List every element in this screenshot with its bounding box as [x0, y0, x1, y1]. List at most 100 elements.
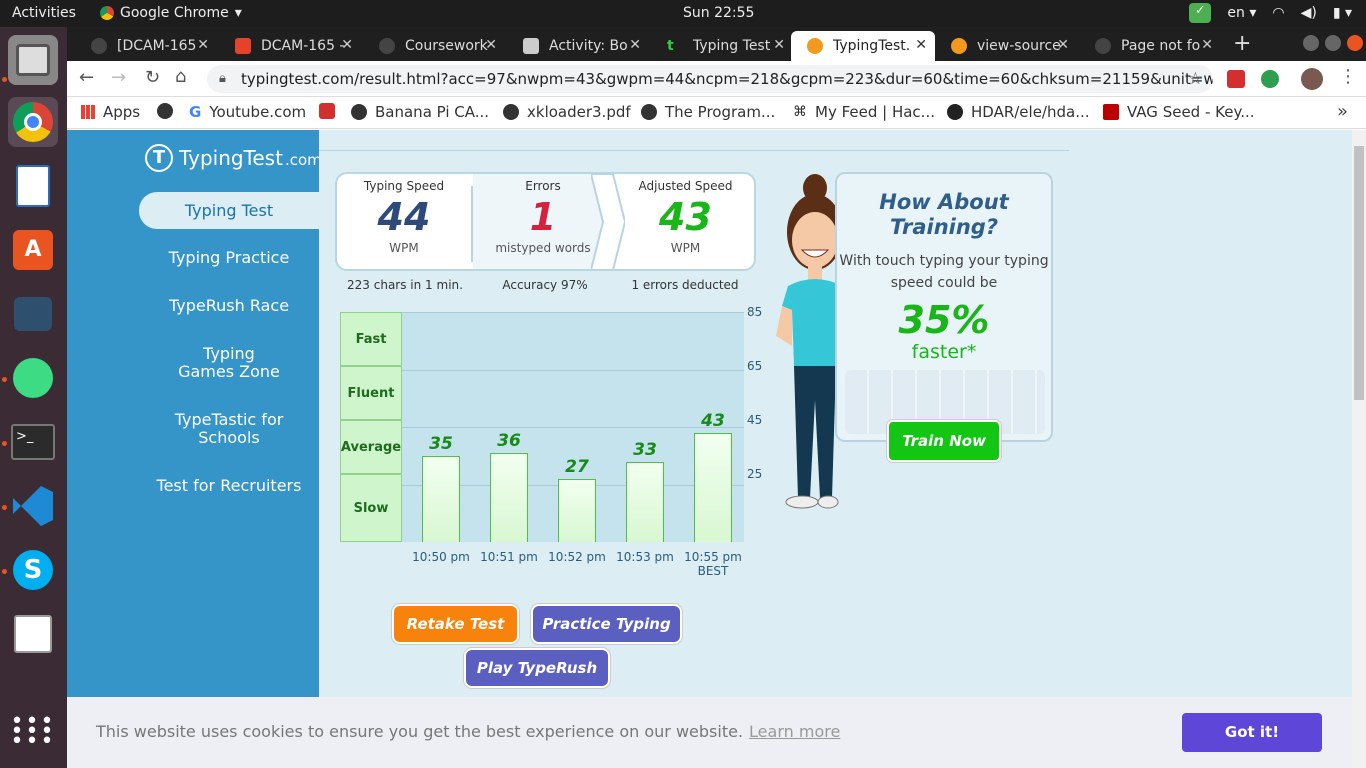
close-icon[interactable]: ✕ [773, 37, 785, 53]
x-tick-label: 10:50 pm [412, 550, 470, 564]
files-icon[interactable] [8, 35, 58, 85]
divider [319, 150, 1069, 151]
bookmark-item[interactable]: The Program... [641, 103, 775, 121]
screenshot-icon[interactable] [8, 289, 58, 339]
tab[interactable]: Page not fo ✕ [1079, 31, 1221, 61]
x-tick-label: 10:52 pm [548, 550, 606, 564]
tab[interactable]: t Typing Test ✕ [651, 31, 793, 61]
reload-icon[interactable]: ↻ [145, 67, 160, 88]
volume-icon[interactable]: ◀) [1301, 5, 1317, 21]
text-editor-icon[interactable] [8, 609, 58, 659]
clock[interactable]: Sun 22:55 [683, 5, 754, 21]
tab-strip: [DCAM-165 ✕ DCAM-165 - ✕ Coursework ✕ Activ… [67, 27, 1366, 61]
bookmark-item[interactable] [157, 103, 173, 119]
logo-suffix: .com [284, 151, 322, 169]
tab[interactable]: Coursework ✕ [363, 31, 505, 61]
forward-icon[interactable]: → [111, 67, 126, 88]
running-indicator [2, 569, 7, 574]
extension-shield-icon[interactable] [1261, 70, 1279, 88]
tab[interactable]: [DCAM-165 ✕ [75, 31, 217, 61]
software-center-icon[interactable]: A [8, 225, 58, 275]
promo-title-line2: Training? [889, 215, 999, 239]
skype-icon[interactable]: S [8, 545, 58, 595]
new-tab-icon[interactable]: + [1233, 31, 1251, 56]
avatar[interactable] [1301, 68, 1323, 90]
terminal-icon[interactable]: >_ [8, 417, 58, 467]
chevron-right-icon[interactable]: » [1337, 101, 1348, 122]
hackerrank-icon: ⌘ [793, 104, 807, 120]
page-scrollbar[interactable] [1352, 130, 1366, 768]
bookmarks-bar: Apps G Youtube.com Banana Pi CA... xkload… [67, 97, 1366, 129]
close-icon[interactable]: ✕ [1201, 37, 1213, 53]
bar-value-label: 35 [429, 433, 453, 454]
wifi-icon[interactable]: ◠ [1272, 5, 1284, 21]
app-menu[interactable]: Google Chrome ▾ [100, 5, 242, 21]
bar-value-label: 43 [701, 410, 725, 431]
star-icon[interactable]: ☆ [1188, 65, 1203, 93]
play-typerush-button[interactable]: Play TypeRush [464, 648, 610, 688]
bookmark-item[interactable]: VAG Seed - Key... [1103, 103, 1255, 121]
nav-typing-practice[interactable]: Typing Practice [139, 249, 319, 267]
vscode-icon[interactable] [8, 481, 58, 531]
update-check-icon[interactable]: ✓ [1189, 3, 1212, 23]
close-icon[interactable]: ✕ [1057, 37, 1069, 53]
nav-test-recruiters[interactable]: Test for Recruiters [139, 477, 319, 495]
impress-icon[interactable] [8, 161, 58, 211]
close-icon[interactable]: ✕ [197, 37, 209, 53]
nav-typerush-race[interactable]: TypeRush Race [139, 297, 319, 315]
apps-grid-icon [81, 105, 95, 119]
tab[interactable]: view-source ✕ [935, 31, 1077, 61]
address-bar[interactable]: 🔒︎ typingtest.com/result.html?acc=97&nwp… [207, 65, 1213, 93]
show-apps-icon[interactable]: ••• ••• ••• [8, 707, 58, 757]
activities-button[interactable]: Activities [12, 5, 76, 21]
learn-more-link[interactable]: Learn more [749, 722, 840, 741]
bookmark-item[interactable]: ⌘ My Feed | Hac... [793, 103, 935, 121]
bookmark-apps[interactable]: Apps [81, 103, 140, 121]
bookmark-item[interactable]: HDAR/ele/hda... [947, 103, 1090, 121]
close-icon[interactable]: ✕ [629, 37, 641, 53]
close-icon[interactable]: ✕ [341, 37, 353, 53]
browser-toolbar: ← → ↻ ⌂ 🔒︎ typingtest.com/result.html?ac… [67, 61, 1366, 97]
site-logo[interactable]: T TypingTest .com [145, 144, 322, 172]
maximize-icon[interactable] [1325, 35, 1341, 51]
netflix-icon [1103, 104, 1119, 120]
tab-active[interactable]: TypingTest. ✕ [791, 31, 935, 61]
chrome-dock-icon[interactable] [8, 97, 58, 147]
home-icon[interactable]: ⌂ [175, 66, 186, 87]
cookie-accept-button[interactable]: Got it! [1182, 713, 1322, 752]
promo-title-line1: How About [879, 190, 1009, 214]
deducted-info: 1 errors deducted [631, 278, 739, 292]
language-indicator[interactable]: en ▾ [1227, 5, 1256, 21]
back-icon[interactable]: ← [79, 67, 94, 88]
nav-typetastic-schools[interactable]: TypeTastic for Schools [139, 411, 319, 447]
speed-chart: Fast Fluent Average Slow 35 36 27 33 43 [340, 312, 744, 576]
android-studio-icon[interactable] [8, 353, 58, 403]
chart-bar [558, 478, 596, 542]
close-icon[interactable]: ✕ [915, 37, 927, 53]
close-icon[interactable]: ✕ [485, 37, 497, 53]
tab[interactable]: DCAM-165 - ✕ [219, 31, 361, 61]
chart-plot-area: 35 36 27 33 43 [402, 312, 744, 542]
globe-icon [641, 104, 657, 120]
tab[interactable]: Activity: Bo ✕ [507, 31, 649, 61]
retake-test-button[interactable]: Retake Test [392, 604, 519, 644]
nav-typing-test[interactable]: Typing Test [139, 192, 319, 229]
chart-bar [422, 455, 460, 542]
bar-value-label: 33 [633, 439, 657, 460]
train-now-button[interactable]: Train Now [887, 420, 1001, 462]
minimize-icon[interactable] [1303, 35, 1319, 51]
extension-icon[interactable] [1227, 70, 1245, 88]
bookmark-item[interactable]: G Youtube.com [189, 103, 306, 121]
promo-percent: 35% [898, 298, 990, 342]
bookmark-item[interactable]: xkloader3.pdf [503, 103, 631, 121]
menu-icon[interactable]: ⋮ [1339, 66, 1357, 87]
close-window-icon[interactable] [1347, 35, 1363, 51]
nav-typing-games-zone[interactable]: Typing Games Zone [139, 345, 319, 381]
scrollbar-thumb[interactable] [1354, 146, 1364, 400]
battery-icon[interactable]: ▮ ▾ [1333, 5, 1352, 21]
bookmark-item[interactable]: Banana Pi CA... [351, 103, 489, 121]
site-sidebar: T TypingTest .com Typing Test Typing Prac… [67, 130, 322, 698]
bookmark-item[interactable] [319, 103, 335, 119]
tab-label: DCAM-165 - [261, 38, 345, 54]
practice-typing-button[interactable]: Practice Typing [531, 604, 682, 644]
